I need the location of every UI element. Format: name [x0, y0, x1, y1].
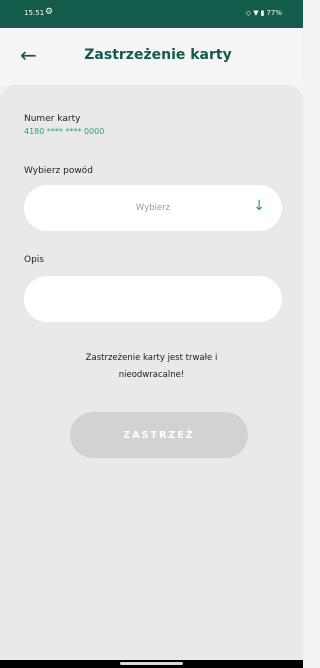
warning-line-1: Zastrzeżenie karty jest trwałe i: [85, 353, 218, 363]
reason-placeholder: Wybierz: [135, 203, 171, 213]
status-time: 15:51: [24, 9, 45, 17]
arrow-down-icon: ↓: [253, 198, 265, 214]
battery-icon: ▮: [260, 9, 265, 17]
status-bar: 15:51 ⚙ ◇ ▼ ▮ 77%: [0, 0, 303, 28]
navigation-bar: [0, 660, 303, 668]
description-label: Opis: [24, 255, 44, 265]
signal-icon: ▼: [253, 9, 259, 17]
warning-line-2: nieodwracalne!: [118, 370, 185, 380]
home-handle[interactable]: [120, 662, 183, 665]
reason-select[interactable]: Wybierz ↓: [24, 185, 282, 231]
status-icons: ◇ ▼ ▮ 77%: [246, 9, 282, 17]
submit-button[interactable]: ZASTRZEŻ: [70, 412, 248, 458]
form-card: Numer karty 4180 **** **** 0000 Wybierz …: [0, 85, 303, 660]
description-input[interactable]: [24, 276, 282, 322]
page-title: Zastrzeżenie karty: [84, 47, 232, 63]
card-number-label: Numer karty: [24, 114, 81, 124]
card-number-value: 4180 **** **** 0000: [24, 127, 105, 136]
reason-label: Wybierz powód: [24, 166, 93, 176]
wifi-icon: ◇: [245, 9, 252, 17]
battery-percent: 77%: [266, 9, 282, 17]
app-header: ← Zastrzeżenie karty: [0, 28, 303, 85]
gear-icon: ⚙: [45, 7, 54, 17]
warning-text: Zastrzeżenie karty jest trwałe i nieodwr…: [0, 350, 303, 384]
